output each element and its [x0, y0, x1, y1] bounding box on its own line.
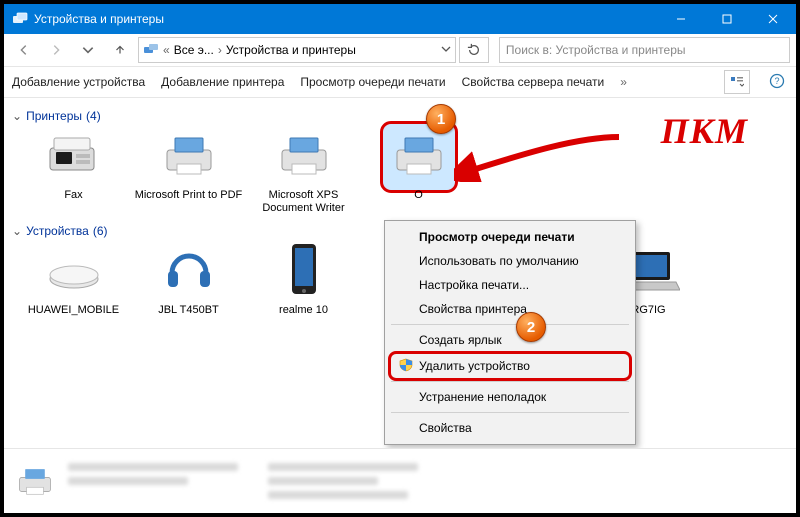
view-options-button[interactable] — [724, 70, 750, 94]
item-label: Microsoft Print to PDF — [135, 189, 243, 202]
annotation-arrow — [454, 132, 624, 182]
details-line-blurred — [68, 477, 188, 485]
add-printer-button[interactable]: Добавление принтера — [161, 75, 284, 89]
group-printers-label: Принтеры — [26, 109, 82, 123]
phone-icon — [284, 242, 324, 302]
context-menu: Просмотр очереди печати Использовать по … — [384, 220, 636, 445]
ctx-separator — [391, 412, 629, 413]
ctx-create-shortcut[interactable]: Создать ярлык — [387, 328, 633, 352]
search-input[interactable]: Поиск в: Устройства и принтеры — [499, 37, 790, 63]
chevron-right-icon[interactable]: › — [218, 43, 222, 57]
details-line-blurred — [268, 477, 378, 485]
printer-icon — [14, 460, 56, 502]
window-title: Устройства и принтеры — [34, 12, 658, 26]
details-line-blurred — [268, 491, 408, 499]
printer-item-pdf[interactable]: Microsoft Print to PDF — [131, 129, 246, 214]
ctx-separator — [391, 324, 629, 325]
printer-item-xps[interactable]: Microsoft XPS Document Writer — [246, 129, 361, 214]
ctx-set-default[interactable]: Использовать по умолчанию — [387, 249, 633, 273]
item-label: O — [414, 189, 423, 202]
help-button[interactable]: ? — [766, 73, 788, 92]
up-button[interactable] — [106, 36, 134, 64]
window-controls — [658, 4, 796, 34]
address-dropdown[interactable] — [441, 43, 451, 57]
printer-icon — [274, 130, 334, 184]
group-devices-label: Устройства — [26, 224, 89, 238]
group-devices-count: (6) — [93, 224, 108, 238]
devices-printers-icon — [12, 11, 28, 27]
minimize-button[interactable] — [658, 4, 704, 34]
navigation-bar: « Все э... › Устройства и принтеры Поиск… — [4, 34, 796, 66]
ctx-remove-device[interactable]: Удалить устройство — [391, 354, 629, 378]
forward-button[interactable] — [42, 36, 70, 64]
ctx-print-prefs[interactable]: Настройка печати... — [387, 273, 633, 297]
breadcrumb-current[interactable]: Устройства и принтеры — [226, 43, 356, 57]
ctx-properties[interactable]: Свойства — [387, 416, 633, 440]
details-pane — [4, 448, 796, 513]
printer-icon — [383, 124, 455, 190]
item-label: JBL T450BT — [158, 304, 219, 317]
details-title-blurred — [68, 463, 238, 471]
history-dropdown[interactable] — [74, 36, 102, 64]
breadcrumb-separator: « — [163, 43, 170, 57]
ctx-view-queue[interactable]: Просмотр очереди печати — [387, 225, 633, 249]
back-button[interactable] — [10, 36, 38, 64]
refresh-button[interactable] — [459, 37, 489, 63]
item-label: Microsoft XPS Document Writer — [249, 189, 359, 214]
details-line-blurred — [268, 463, 418, 471]
toolbar-overflow[interactable]: » — [620, 75, 627, 89]
command-bar: Добавление устройства Добавление принтер… — [4, 66, 796, 98]
storage-icon — [44, 245, 104, 299]
chevron-down-icon: ⌄ — [12, 109, 22, 123]
maximize-button[interactable] — [704, 4, 750, 34]
ctx-remove-label: Удалить устройство — [419, 359, 530, 373]
annotation-pkm-text: ПКМ — [661, 110, 748, 152]
device-item-realme[interactable]: realme 10 — [246, 244, 361, 317]
ctx-printer-props[interactable]: Свойства принтера — [387, 297, 633, 321]
address-bar[interactable]: « Все э... › Устройства и принтеры — [138, 37, 456, 63]
device-item-jbl[interactable]: JBL T450BT — [131, 244, 246, 317]
add-device-button[interactable]: Добавление устройства — [12, 75, 145, 89]
search-placeholder: Поиск в: Устройства и принтеры — [506, 43, 686, 57]
ctx-separator — [391, 381, 629, 382]
item-label: RG7IG — [631, 304, 665, 317]
device-item-huawei[interactable]: HUAWEI_MOBILE — [16, 244, 131, 317]
server-props-button[interactable]: Свойства сервера печати — [462, 75, 605, 89]
item-label: realme 10 — [279, 304, 328, 317]
ctx-troubleshoot[interactable]: Устранение неполадок — [387, 385, 633, 409]
printer-icon — [159, 130, 219, 184]
details-info — [68, 463, 418, 499]
svg-text:?: ? — [774, 76, 779, 86]
annotation-badge-2: 2 — [516, 312, 546, 342]
printer-item-fax[interactable]: Fax — [16, 129, 131, 214]
titlebar: Устройства и принтеры — [4, 4, 796, 34]
headset-icon — [162, 243, 216, 301]
annotation-badge-1: 1 — [426, 104, 456, 134]
item-label: Fax — [64, 189, 82, 202]
breadcrumb-all[interactable]: Все э... — [174, 43, 214, 57]
close-button[interactable] — [750, 4, 796, 34]
view-queue-button[interactable]: Просмотр очереди печати — [300, 75, 445, 89]
devices-printers-icon — [143, 41, 159, 60]
chevron-down-icon: ⌄ — [12, 224, 22, 238]
uac-shield-icon — [399, 358, 413, 372]
group-printers-count: (4) — [86, 109, 101, 123]
item-label: HUAWEI_MOBILE — [28, 304, 119, 317]
fax-icon — [44, 130, 104, 184]
